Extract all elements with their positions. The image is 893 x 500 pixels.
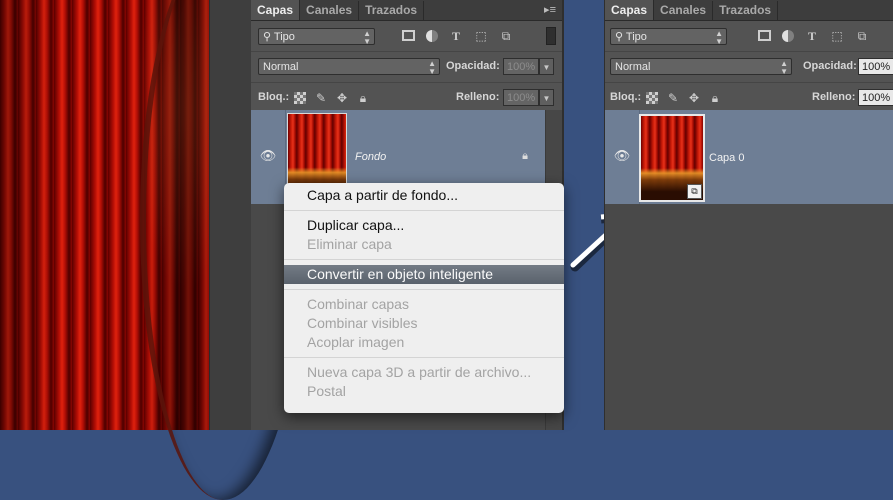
lock-transparent-icon[interactable] <box>294 92 306 104</box>
fill-input[interactable]: 100% <box>503 89 539 106</box>
menu-item-eliminar-capa: Eliminar capa <box>307 236 392 252</box>
filter-row: ⚲ Tipo ▲ ▼ T ⬚ ⧉ <box>605 21 893 51</box>
layer-name[interactable]: Fondo <box>355 151 386 163</box>
menu-item-combinar-capas: Combinar capas <box>307 296 409 312</box>
layer-thumbnail[interactable]: ⧉ <box>639 114 705 202</box>
opacity-arrow-icon[interactable]: ▼ <box>539 58 554 75</box>
fill-label: Relleno: <box>456 91 500 103</box>
type-filter-icon[interactable]: T <box>805 29 819 43</box>
layers-panel-after: Capas Canales Trazados ⚲ Tipo ▲ ▼ T ⬚ ⧉ N… <box>604 0 893 430</box>
lock-label: Bloq.: <box>610 91 642 103</box>
menu-item-nueva-capa-3d: Nueva capa 3D a partir de archivo... <box>307 364 532 380</box>
lock-all-icon[interactable]: 🔒︎ <box>709 92 721 104</box>
opacity-input[interactable]: 100% <box>503 58 539 75</box>
lock-image-icon[interactable]: ✎ <box>667 92 679 104</box>
layer-lock-icon: 🔒︎ <box>522 150 528 162</box>
curtain-photo <box>0 0 209 500</box>
filter-icons: T ⬚ ⧉ <box>758 29 869 43</box>
menu-separator <box>284 259 564 260</box>
panel-menu-icon[interactable]: ▸≡ <box>544 3 556 16</box>
adjustment-filter-icon[interactable] <box>426 30 438 42</box>
kind-filter-dropdown[interactable]: ⚲ Tipo ▲ ▼ <box>258 27 375 46</box>
tab-capas[interactable]: Capas <box>251 0 301 20</box>
layer-name[interactable]: Capa 0 <box>709 152 744 164</box>
filter-toggle[interactable] <box>546 27 556 45</box>
lock-position-icon[interactable]: ✥ <box>688 92 700 104</box>
menu-item-convertir-objeto-inteligente[interactable]: Convertir en objeto inteligente <box>284 265 564 284</box>
search-icon: ⚲ <box>615 30 624 43</box>
updown-arrows-icon: ▲ ▼ <box>715 28 723 46</box>
tab-capas[interactable]: Capas <box>605 0 655 20</box>
type-filter-icon[interactable]: T <box>449 29 463 43</box>
menu-item-postal: Postal <box>307 383 346 399</box>
lock-transparent-icon[interactable] <box>646 92 658 104</box>
search-icon: ⚲ <box>263 30 272 43</box>
updown-arrows-icon: ▲ ▼ <box>428 59 436 76</box>
opacity-input[interactable]: 100% <box>858 58 893 75</box>
layer-context-menu: Capa a partir de fondo... Duplicar capa.… <box>284 183 564 413</box>
shape-filter-icon[interactable]: ⬚ <box>474 29 488 43</box>
updown-arrows-icon: ▲ ▼ <box>363 28 371 46</box>
smart-object-filter-icon[interactable]: ⧉ <box>855 29 869 43</box>
lock-row: Bloq.: ✎ ✥ 🔒︎ Relleno: 100% ▼ <box>251 82 562 113</box>
menu-separator <box>284 289 564 290</box>
blend-mode-value: Normal <box>615 61 651 73</box>
fill-input[interactable]: 100% <box>858 89 893 106</box>
tab-trazados[interactable]: Trazados <box>713 1 779 20</box>
image-filter-icon[interactable] <box>402 30 415 41</box>
smart-object-filter-icon[interactable]: ⧉ <box>499 29 513 43</box>
opacity-label: Opacidad: <box>446 60 500 72</box>
eye-icon[interactable]: 👁︎ <box>259 148 277 164</box>
lock-label: Bloq.: <box>258 91 290 103</box>
blend-row: Normal ▲ ▼ Opacidad: 100% ▼ <box>251 51 562 82</box>
tab-trazados[interactable]: Trazados <box>359 1 425 20</box>
blend-mode-dropdown[interactable]: Normal ▲ ▼ <box>610 58 792 76</box>
menu-item-combinar-visibles: Combinar visibles <box>307 315 418 331</box>
smart-object-badge-icon: ⧉ <box>687 184 702 199</box>
menu-separator <box>284 357 564 358</box>
workspace-gap <box>209 0 252 430</box>
lock-all-icon[interactable]: 🔒︎ <box>357 92 369 104</box>
tab-canales[interactable]: Canales <box>654 1 714 20</box>
fill-label: Relleno: <box>812 91 856 103</box>
image-filter-icon[interactable] <box>758 30 771 41</box>
opacity-label: Opacidad: <box>803 60 857 72</box>
menu-item-acoplar-imagen: Acoplar imagen <box>307 334 405 350</box>
blend-row: Normal ▲ ▼ Opacidad: 100% <box>605 51 893 82</box>
panel-tabs: Capas Canales Trazados ▸≡ <box>251 0 562 21</box>
layers-list: 👁︎ ⧉ Capa 0 <box>605 110 893 430</box>
filter-row: ⚲ Tipo ▲ ▼ T ⬚ ⧉ <box>251 21 562 51</box>
shape-filter-icon[interactable]: ⬚ <box>830 29 844 43</box>
filter-icons: T ⬚ ⧉ <box>402 29 513 43</box>
menu-item-capa-a-partir-de-fondo[interactable]: Capa a partir de fondo... <box>284 186 564 205</box>
kind-filter-value: Tipo <box>625 30 647 43</box>
lock-row: Bloq.: ✎ ✥ 🔒︎ Relleno: 100% <box>605 82 893 113</box>
kind-filter-value: Tipo <box>273 30 295 43</box>
blend-mode-dropdown[interactable]: Normal ▲ ▼ <box>258 58 440 76</box>
lock-icons: ✎ ✥ 🔒︎ <box>646 92 721 104</box>
panel-tabs: Capas Canales Trazados <box>605 0 893 21</box>
layer-row-capa-0[interactable]: 👁︎ ⧉ Capa 0 <box>605 110 893 204</box>
adjustment-filter-icon[interactable] <box>782 30 794 42</box>
kind-filter-dropdown[interactable]: ⚲ Tipo ▲ ▼ <box>610 27 727 46</box>
menu-separator <box>284 210 564 211</box>
fill-arrow-icon[interactable]: ▼ <box>539 89 554 106</box>
updown-arrows-icon: ▲ ▼ <box>780 59 788 76</box>
layers-empty-area <box>605 204 893 430</box>
tab-canales[interactable]: Canales <box>300 1 360 20</box>
eye-icon[interactable]: 👁︎ <box>613 148 631 164</box>
lock-image-icon[interactable]: ✎ <box>315 92 327 104</box>
menu-item-duplicar-capa[interactable]: Duplicar capa... <box>284 216 564 235</box>
lock-icons: ✎ ✥ 🔒︎ <box>294 92 369 104</box>
blend-mode-value: Normal <box>263 61 299 73</box>
lock-position-icon[interactable]: ✥ <box>336 92 348 104</box>
